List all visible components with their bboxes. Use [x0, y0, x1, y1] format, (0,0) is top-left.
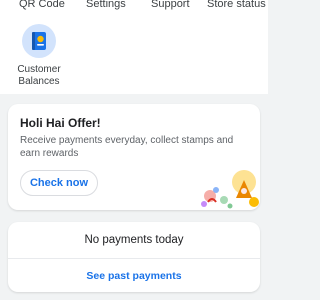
settings-tab-label[interactable]: Settings: [86, 0, 126, 10]
shortcut-row: Customer Balances: [0, 16, 268, 94]
payments-divider: [8, 258, 260, 259]
store-status-tab-label[interactable]: Store status: [207, 0, 266, 10]
customer-balances-book-icon: [22, 24, 56, 58]
no-payments-message: No payments today: [84, 234, 184, 246]
support-tab-label[interactable]: Support: [151, 0, 190, 10]
top-nav: QR Code Settings Support Store status: [0, 0, 268, 16]
holi-celebration-illustration: [196, 166, 260, 210]
offer-card: Holi Hai Offer! Receive payments everyda…: [8, 104, 260, 210]
customer-balances-label: Customer Balances: [17, 64, 61, 87]
payments-card: No payments today See past payments: [8, 222, 260, 292]
check-now-button[interactable]: Check now: [20, 170, 98, 196]
qr-code-tab-label[interactable]: QR Code: [19, 0, 65, 10]
offer-description: Receive payments everyday, collect stamp…: [20, 135, 234, 159]
offer-title: Holi Hai Offer!: [20, 116, 101, 130]
customer-balances-shortcut[interactable]: Customer Balances: [10, 24, 68, 88]
see-past-payments-link[interactable]: See past payments: [8, 270, 260, 282]
